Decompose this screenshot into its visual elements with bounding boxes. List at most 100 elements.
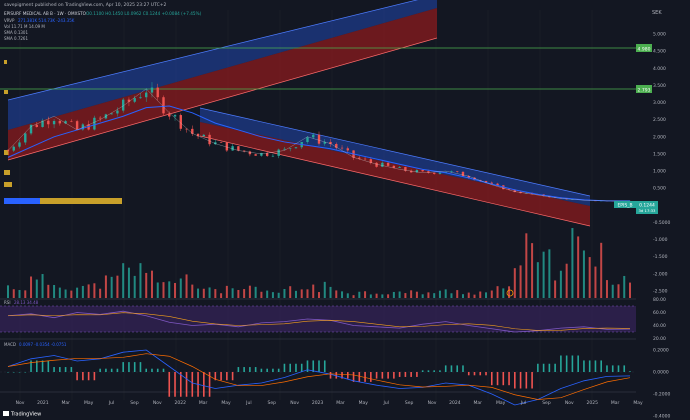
volume-bar [156, 282, 159, 298]
symbol-badge-text: EPIS_B [617, 203, 632, 209]
sma-legend-2[interactable]: SMA 0.7261 [4, 36, 28, 41]
volume-bar [174, 282, 177, 298]
time-tick-label: May [633, 400, 643, 406]
volume-bar [554, 280, 557, 298]
macd-hist-bar [496, 372, 499, 386]
candle-body [173, 115, 177, 117]
volume-bar [450, 293, 453, 298]
candle-body [150, 87, 154, 93]
price-tick-label: 1.000 [653, 169, 666, 175]
volume-bar [433, 293, 436, 298]
volume-bar [110, 276, 113, 298]
volume-bar [335, 290, 338, 298]
volume-bar [162, 282, 165, 298]
time-tick-label: Nov [153, 400, 162, 406]
price-tick-label: 4.000 [653, 66, 666, 72]
candle-body [456, 171, 459, 172]
macd-hist-bar [116, 368, 119, 372]
symbol-title[interactable]: EPISURF MEDICAL AB B · 1W · OMXSTO [4, 11, 87, 16]
candle-body [70, 121, 73, 122]
candle-body [139, 97, 142, 99]
candle-body [145, 92, 148, 98]
candle-body [18, 142, 21, 147]
time-tick-label: Mar [474, 400, 483, 406]
volume-bar [243, 289, 246, 298]
volume-bar [381, 294, 384, 298]
volume-bar [254, 286, 257, 298]
volume-bar [341, 291, 344, 298]
time-tick-label: Nov [428, 400, 437, 406]
sma-legend-1[interactable]: SMA 0.1301 [4, 30, 28, 35]
macd-hist-bar [24, 372, 27, 373]
macd-hist-bar [525, 372, 528, 389]
volume-bar [323, 281, 326, 298]
vrvp-label[interactable]: VRVP [4, 18, 15, 23]
volume-bar [197, 288, 200, 298]
macd-hist-bar [439, 370, 441, 372]
volume-bar [30, 276, 33, 298]
macd-hist-bar [139, 362, 142, 372]
volume-bar [392, 291, 395, 298]
time-tick-label: Sep [405, 400, 414, 406]
volume-bar [479, 291, 482, 298]
volume-bar [139, 263, 142, 298]
candle-body [208, 134, 211, 145]
candle-body [461, 171, 465, 177]
time-tick-label: May [84, 400, 94, 406]
candle-body [260, 153, 263, 156]
volume-bar [277, 292, 280, 298]
candle-body [179, 115, 182, 129]
trading-chart[interactable]: 5.000 4.500 4.000 3.500 3.000 2.500 2.000 1.500… [0, 0, 690, 420]
candle-body [219, 142, 223, 143]
macd-hist-bar [554, 363, 556, 372]
macd-hist-bar [485, 372, 487, 376]
volume-bar [35, 279, 38, 298]
volume-bar [513, 268, 516, 298]
time-tick-label: Mar [336, 400, 345, 406]
macd-hist-bar [18, 372, 21, 373]
macd-hist-bar [318, 360, 320, 372]
volume-bar [536, 262, 539, 298]
volume-bar [456, 290, 459, 298]
candle-body [12, 146, 15, 151]
macd-hist-bar [600, 360, 603, 372]
volume-bar [490, 290, 493, 298]
time-tick-label: 2024 [449, 400, 461, 406]
macd-tick-label: -0.2000 [653, 392, 671, 398]
rsi-values: 28.13 34.48 [14, 300, 39, 305]
macd-hist-bar [295, 363, 297, 372]
volume-legend[interactable]: Vol 11.71 M 14.09 M [4, 24, 45, 29]
macd-hist-bar [64, 367, 67, 372]
time-tick-label: Jul [108, 400, 114, 406]
rsi-legend[interactable]: RSI [4, 300, 11, 305]
macd-hist-bar [479, 372, 482, 376]
macd-hist-bar [571, 355, 574, 372]
macd-hist-bar [283, 363, 286, 372]
volume-bar [220, 293, 223, 298]
volume-bar [266, 290, 269, 298]
time-tick-label: 2025 [586, 400, 598, 406]
volume-bar [352, 295, 355, 298]
rsi-tick-label: 80.00 [653, 297, 666, 303]
macd-tick-label: 0.0000 [653, 370, 669, 376]
macd-legend[interactable]: MACD [4, 342, 16, 347]
volume-bar [64, 289, 67, 298]
volume-bar [623, 275, 626, 298]
time-tick-label: Sep [268, 400, 277, 406]
volume-bar [260, 291, 263, 298]
volume-bar [133, 275, 136, 298]
volume-bar [588, 257, 591, 298]
macd-hist-bar [502, 372, 505, 386]
macd-hist-bar [76, 372, 78, 381]
candle-body [398, 167, 401, 168]
macd-hist-bar [421, 370, 424, 372]
volume-bar [582, 250, 585, 298]
time-tick-label: Nov [290, 400, 299, 406]
currency-label[interactable]: SEK [652, 10, 662, 16]
volume-bar [76, 287, 79, 298]
volume-bar [225, 285, 228, 298]
volume-bar [214, 289, 217, 298]
macd-tick-label: 0.2000 [653, 348, 669, 354]
price-tick-label: 3.500 [653, 83, 666, 89]
candle-body [392, 165, 396, 168]
